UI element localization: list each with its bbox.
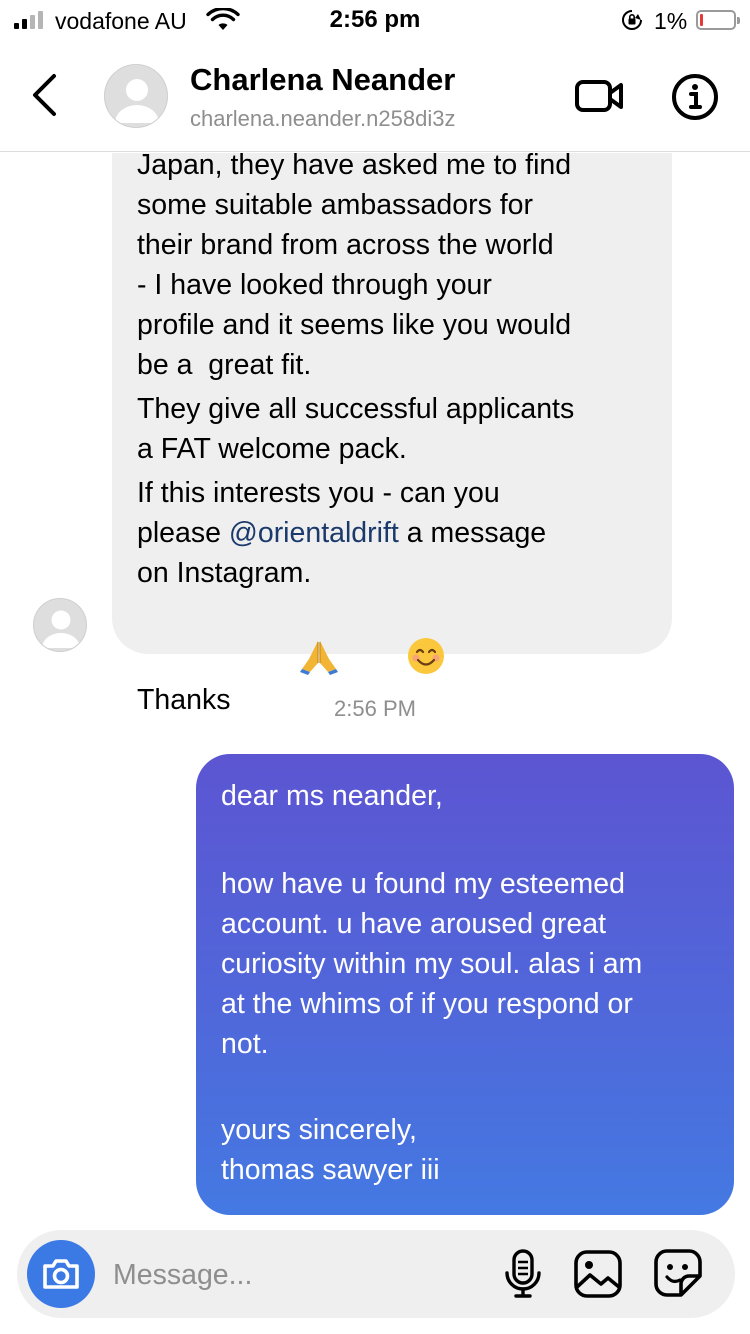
message-thread[interactable]: Japan, they have asked me to find some s… [0, 153, 750, 1223]
sticker-icon [654, 1249, 702, 1297]
message-input[interactable] [113, 1255, 473, 1295]
incoming-message-bubble[interactable]: Japan, they have asked me to find some s… [112, 153, 672, 716]
outgoing-signature: thomas sawyer iii [221, 1154, 440, 1186]
camera-button[interactable] [27, 1240, 95, 1308]
sticker-button[interactable] [653, 1248, 703, 1303]
outgoing-message-bubble[interactable]: dear ms neander, how have u found my est… [196, 754, 734, 1215]
battery-percentage: 1% [654, 8, 688, 34]
back-button[interactable] [26, 72, 62, 123]
back-chevron-icon [33, 74, 56, 116]
camera-icon [43, 1259, 79, 1289]
incoming-paragraph: If this interests you - can you please @… [137, 473, 652, 593]
sender-avatar[interactable] [33, 598, 87, 652]
rotation-lock-icon [620, 8, 644, 37]
mention-link[interactable]: @orientaldrift [229, 517, 399, 549]
outgoing-body: how have u found my esteemed account. u … [221, 868, 643, 1060]
incoming-paragraph: They give all successful applicants a FA… [137, 393, 575, 465]
status-bar: vodafone AU 2:56 pm 1% [0, 0, 750, 40]
contact-username[interactable]: charlena.neander.n258di3z [190, 106, 455, 132]
outgoing-greeting: dear ms neander, [221, 780, 443, 812]
info-icon [672, 74, 718, 120]
message-timestamp: 2:56 PM [334, 696, 416, 721]
incoming-paragraph: Japan, they have asked me to find some s… [137, 153, 572, 381]
voice-message-button[interactable] [503, 1248, 543, 1305]
chat-header: Charlena Neander charlena.neander.n258di… [0, 40, 750, 152]
info-button[interactable] [670, 72, 720, 127]
battery-icon [696, 10, 740, 30]
contact-avatar[interactable] [104, 64, 168, 128]
gallery-button[interactable] [573, 1249, 623, 1304]
contact-name[interactable]: Charlena Neander [190, 62, 455, 98]
outgoing-closing: yours sincerely, [221, 1114, 417, 1146]
video-call-icon [575, 80, 623, 112]
microphone-icon [505, 1249, 541, 1298]
gallery-icon [574, 1250, 622, 1298]
video-call-button[interactable] [572, 72, 628, 125]
message-composer [17, 1230, 735, 1318]
